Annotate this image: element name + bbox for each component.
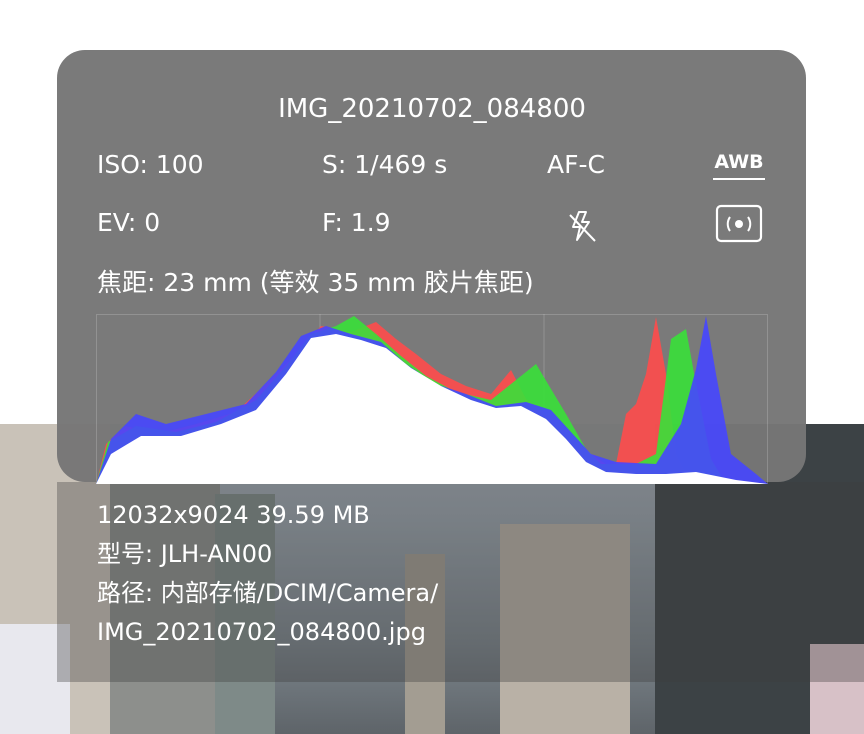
center-metering-icon xyxy=(715,204,763,243)
file-path-filename: IMG_20210702_084800.jpg xyxy=(97,618,426,646)
exposure-value: EV: 0 xyxy=(97,208,161,237)
file-path: 路径: 内部存储/DCIM/Camera/ xyxy=(97,579,439,607)
iso-value: ISO: 100 xyxy=(97,150,204,179)
file-title: IMG_20210702_084800 xyxy=(278,94,586,124)
resolution-size: 12032x9024 39.59 MB xyxy=(97,501,370,529)
flash-off-icon xyxy=(569,211,596,242)
shutter-speed: S: 1/469 s xyxy=(322,150,448,179)
focal-length: 焦距: 23 mm (等效 35 mm 胶片焦距) xyxy=(97,268,534,297)
focus-mode: AF-C xyxy=(547,150,605,179)
device-model: 型号: JLH-AN00 xyxy=(97,540,273,568)
white-balance-badge: AWB xyxy=(713,150,765,180)
aperture-value: F: 1.9 xyxy=(322,208,391,237)
histogram xyxy=(96,314,768,484)
